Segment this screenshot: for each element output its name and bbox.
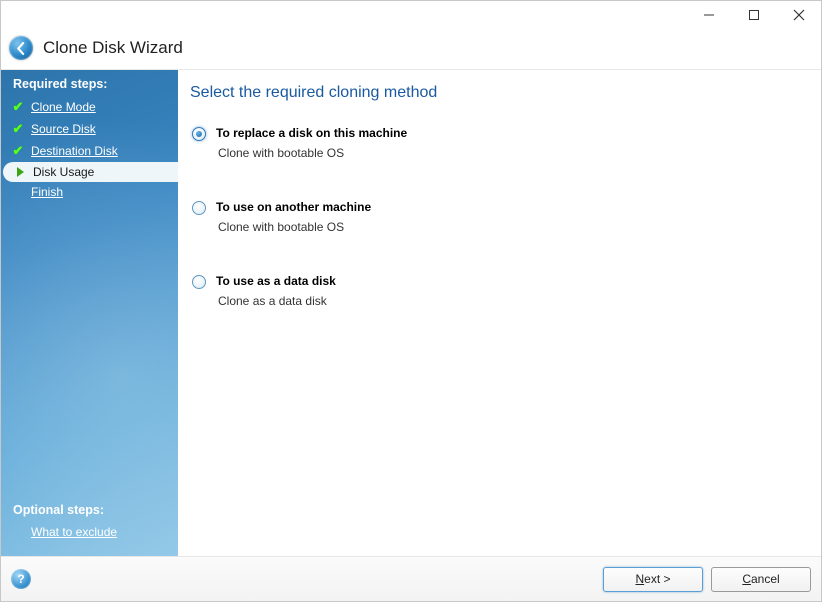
minimize-button[interactable] <box>686 1 731 29</box>
titlebar <box>1 1 821 31</box>
step-label: Source Disk <box>31 122 96 136</box>
check-icon: ✔ <box>11 121 25 137</box>
next-button[interactable]: Next > <box>603 567 703 592</box>
option-data-disk[interactable]: To use as a data disk Clone as a data di… <box>190 274 797 308</box>
step-clone-mode[interactable]: ✔ Clone Mode <box>1 96 178 118</box>
footer: ? Next > Cancel <box>1 556 821 601</box>
help-button[interactable]: ? <box>11 569 31 589</box>
step-what-to-exclude[interactable]: What to exclude <box>1 522 178 542</box>
cloning-method-group: To replace a disk on this machine Clone … <box>190 126 797 308</box>
header-bar: Clone Disk Wizard <box>1 31 821 70</box>
main-heading: Select the required cloning method <box>190 84 797 102</box>
radio-icon[interactable] <box>192 201 206 215</box>
required-steps-heading: Required steps: <box>1 70 178 96</box>
help-icon: ? <box>17 572 24 586</box>
option-texts: To use on another machine Clone with boo… <box>216 200 371 234</box>
cancel-accel: C <box>742 572 751 586</box>
main-panel: Select the required cloning method To re… <box>178 70 821 556</box>
cancel-rest: ancel <box>751 572 780 586</box>
option-title: To use as a data disk <box>216 274 336 288</box>
body: Required steps: ✔ Clone Mode ✔ Source Di… <box>1 70 821 556</box>
option-another-machine[interactable]: To use on another machine Clone with boo… <box>190 200 797 234</box>
check-icon: ✔ <box>11 143 25 159</box>
option-same-machine[interactable]: To replace a disk on this machine Clone … <box>190 126 797 160</box>
option-texts: To use as a data disk Clone as a data di… <box>216 274 336 308</box>
optional-steps-block: Optional steps: What to exclude <box>1 496 178 556</box>
step-label: Clone Mode <box>31 100 96 114</box>
option-title: To use on another machine <box>216 200 371 214</box>
arrow-right-icon <box>13 167 27 177</box>
next-accel: N <box>635 572 644 586</box>
step-label: Disk Usage <box>33 165 94 179</box>
option-desc: Clone with bootable OS <box>216 146 407 160</box>
step-finish[interactable]: Finish <box>1 182 178 202</box>
sidebar: Required steps: ✔ Clone Mode ✔ Source Di… <box>1 70 178 556</box>
required-steps-list: ✔ Clone Mode ✔ Source Disk ✔ Destination… <box>1 96 178 202</box>
optional-steps-heading: Optional steps: <box>1 496 178 522</box>
step-disk-usage[interactable]: Disk Usage <box>3 162 178 182</box>
radio-icon[interactable] <box>192 127 206 141</box>
check-icon: ✔ <box>11 99 25 115</box>
step-label: Finish <box>31 185 63 199</box>
option-desc: Clone as a data disk <box>216 294 336 308</box>
step-destination-disk[interactable]: ✔ Destination Disk <box>1 140 178 162</box>
option-desc: Clone with bootable OS <box>216 220 371 234</box>
option-texts: To replace a disk on this machine Clone … <box>216 126 407 160</box>
step-label: What to exclude <box>31 525 117 539</box>
maximize-button[interactable] <box>731 1 776 29</box>
step-label: Destination Disk <box>31 144 118 158</box>
radio-icon[interactable] <box>192 275 206 289</box>
cancel-button[interactable]: Cancel <box>711 567 811 592</box>
back-button[interactable] <box>9 36 33 60</box>
option-title: To replace a disk on this machine <box>216 126 407 140</box>
wizard-window: Clone Disk Wizard Required steps: ✔ Clon… <box>0 0 822 602</box>
step-source-disk[interactable]: ✔ Source Disk <box>1 118 178 140</box>
wizard-title: Clone Disk Wizard <box>43 38 183 58</box>
next-rest: ext > <box>644 572 670 586</box>
close-button[interactable] <box>776 1 821 29</box>
